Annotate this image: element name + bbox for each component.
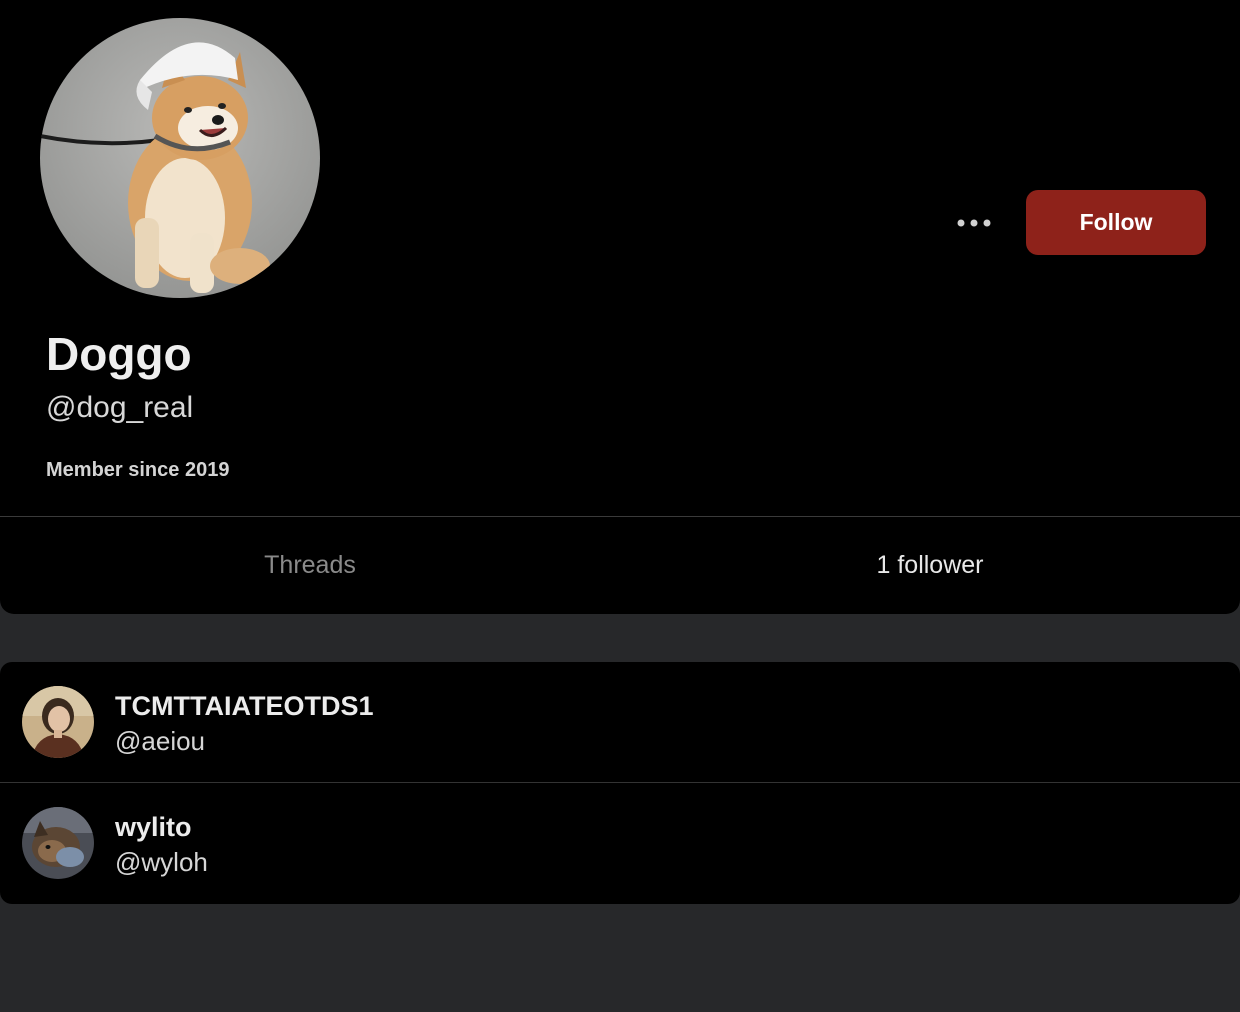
follower-row[interactable]: wylito @wyloh <box>0 783 1240 903</box>
profile-display-name: Doggo <box>46 328 192 380</box>
tab-followers[interactable]: 1 follower <box>620 517 1240 614</box>
followers-list: TCMTTAIATEOTDS1 @aeiou wylito @wyloh <box>0 662 1240 904</box>
follower-row[interactable]: TCMTTAIATEOTDS1 @aeiou <box>0 662 1240 783</box>
more-options-button[interactable] <box>948 202 1000 244</box>
ellipsis-horizontal-icon <box>957 219 991 227</box>
follower-handle: @aeiou <box>115 726 206 756</box>
follower-name: wylito <box>115 812 192 842</box>
profile-avatar <box>40 18 320 298</box>
shiba-dog-with-cap-photo <box>40 18 320 298</box>
follow-button[interactable]: Follow <box>1026 190 1206 255</box>
avatar <box>22 686 94 758</box>
dog-photo <box>22 807 94 879</box>
member-since-label: Member since 2019 <box>46 459 230 481</box>
avatar <box>22 807 94 879</box>
person-portrait-photo <box>22 686 94 758</box>
profile-card: Follow Doggo @dog_real Member since 2019… <box>0 0 1240 614</box>
follower-name: TCMTTAIATEOTDS1 <box>115 691 374 721</box>
tab-threads[interactable]: Threads <box>0 517 620 614</box>
profile-handle: @dog_real <box>46 391 194 424</box>
follower-handle: @wyloh <box>115 847 208 877</box>
